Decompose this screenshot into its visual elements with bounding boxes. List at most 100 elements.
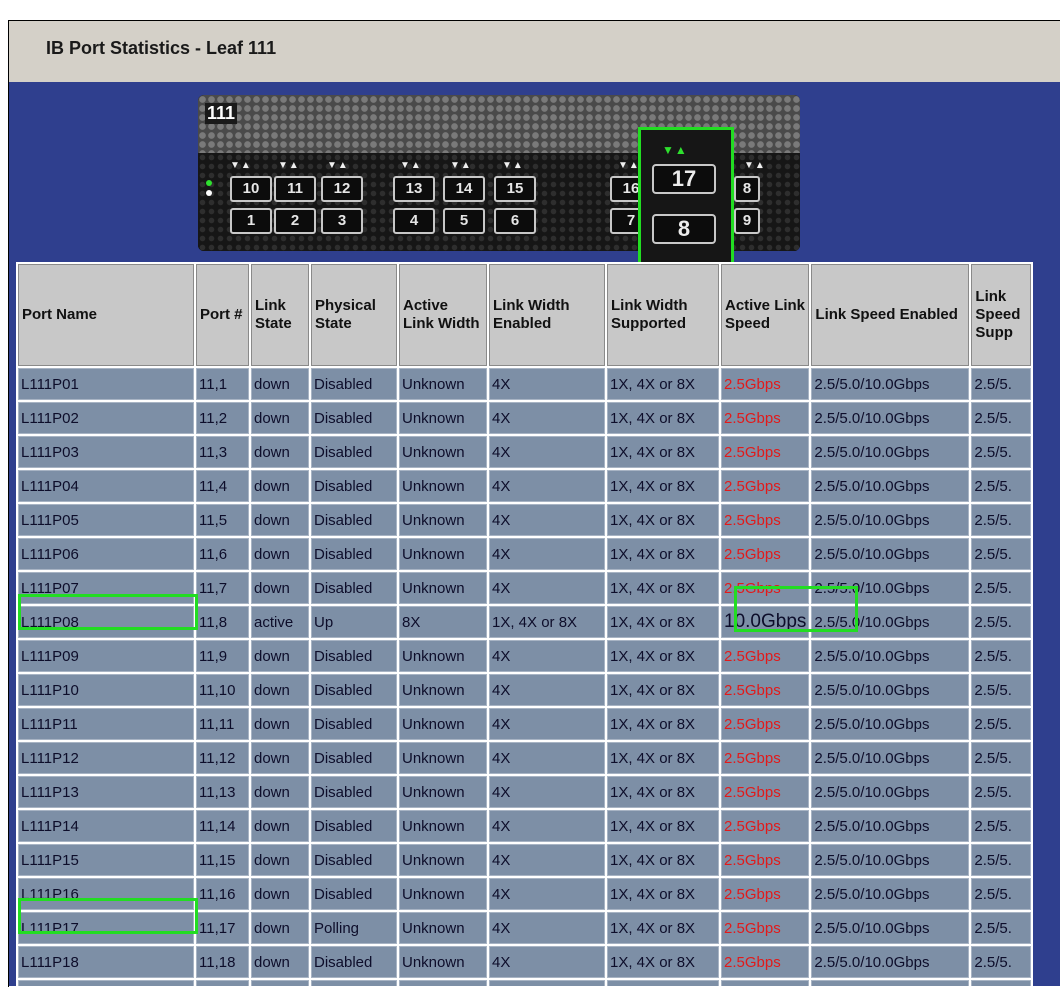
switch-port-4[interactable]: 4	[393, 208, 435, 234]
table-row[interactable]: L111P07 11,7 down Disabled Unknown 4X 1X, 4X o…	[18, 572, 1032, 604]
col-port-number[interactable]: Port #	[196, 264, 249, 366]
table-cell: Disabled	[311, 742, 397, 774]
table-cell: 1X, 4X or 8X	[607, 368, 719, 400]
table-row[interactable]: L111P04 11,4 down Disabled Unknown 4X 1X, 4X o…	[18, 470, 1032, 502]
col-active-link-speed[interactable]: Active Link Speed	[721, 264, 810, 366]
switch-port-13[interactable]: 13	[393, 176, 435, 202]
col-physical-state[interactable]: Physical State	[311, 264, 397, 366]
table-row[interactable]: L111P16 11,16 down Disabled Unknown 4X 1X, 4X …	[18, 878, 1032, 910]
table-cell: 2.5/5.0/10.0Gbps	[811, 368, 970, 400]
table-cell: 11,18	[196, 946, 249, 978]
switch-port-11[interactable]: 11	[274, 176, 316, 202]
table-cell: 4X	[489, 708, 605, 740]
table-row[interactable]: L111P15 11,15 down Disabled Unknown 4X 1X, 4X …	[18, 844, 1032, 876]
table-cell[interactable]: L111P15	[18, 844, 194, 876]
table-cell[interactable]: L111P17	[18, 912, 194, 944]
table-cell: 2.5/5.	[971, 572, 1032, 604]
table-cell: down	[251, 946, 309, 978]
table-row[interactable]: L111P19S205BP2011,19activeUp8X1X, 4X or …	[18, 980, 1032, 986]
switch-port-15[interactable]: 15	[494, 176, 536, 202]
table-cell: 11,15	[196, 844, 249, 876]
table-cell[interactable]: L111P07	[18, 572, 194, 604]
table-cell: down	[251, 708, 309, 740]
table-cell[interactable]: L111P12	[18, 742, 194, 774]
table-cell: down	[251, 470, 309, 502]
table-row[interactable]: L111P08 11,8 active Up 8X 1X, 4X or 8X 1X, 4X …	[18, 606, 1032, 638]
table-cell: Up	[311, 980, 397, 986]
switch-port-label: 7	[626, 212, 636, 229]
table-cell: Disabled	[311, 674, 397, 706]
switch-port-9[interactable]: 9	[734, 208, 760, 234]
col-link-speed-enabled[interactable]: Link Speed Enabled	[811, 264, 970, 366]
table-cell[interactable]: L111P19S205BP20	[18, 980, 194, 986]
port-indicator: ▼▲	[278, 160, 300, 171]
switch-port-10[interactable]: 10	[230, 176, 272, 202]
table-cell: 2.5Gbps	[721, 810, 810, 842]
table-cell: 1X, 4X or 8X	[607, 572, 719, 604]
table-cell[interactable]: L111P10	[18, 674, 194, 706]
table-row[interactable]: L111P03 11,3 down Disabled Unknown 4X 1X, 4X o…	[18, 436, 1032, 468]
table-cell: 4X	[489, 878, 605, 910]
table-row[interactable]: L111P01 11,1 down Disabled Unknown 4X 1X, 4X o…	[18, 368, 1032, 400]
table-cell[interactable]: L111P18	[18, 946, 194, 978]
col-active-link-width[interactable]: Active Link Width	[399, 264, 487, 366]
table-cell[interactable]: L111P05	[18, 504, 194, 536]
table-cell: 1X, 4X or 8X	[607, 538, 719, 570]
table-cell[interactable]: L111P11	[18, 708, 194, 740]
table-cell[interactable]: L111P13	[18, 776, 194, 808]
table-cell: Disabled	[311, 640, 397, 672]
table-row[interactable]: L111P17 11,17 down Polling Unknown 4X 1X, 4X o…	[18, 912, 1032, 944]
table-row[interactable]: L111P18 11,18 down Disabled Unknown 4X 1X, 4X …	[18, 946, 1032, 978]
table-cell: 11,1	[196, 368, 249, 400]
switch-port-14[interactable]: 14	[443, 176, 485, 202]
table-row[interactable]: L111P12 11,12 down Disabled Unknown 4X 1X, 4X …	[18, 742, 1032, 774]
switch-port-17[interactable]: 17	[652, 164, 716, 194]
table-cell: Unknown	[399, 572, 487, 604]
table-cell: 11,9	[196, 640, 249, 672]
table-cell: 4X	[489, 640, 605, 672]
col-port-name[interactable]: Port Name	[18, 264, 194, 366]
col-link-state[interactable]: Link State	[251, 264, 309, 366]
table-row[interactable]: L111P11 11,11 down Disabled Unknown 4X 1X, 4X …	[18, 708, 1032, 740]
col-link-speed-supported[interactable]: Link Speed Supp	[971, 264, 1032, 366]
table-cell[interactable]: L111P08	[18, 606, 194, 638]
table-cell[interactable]: L111P06	[18, 538, 194, 570]
table-cell[interactable]: L111P04	[18, 470, 194, 502]
table-cell: Disabled	[311, 572, 397, 604]
table-row[interactable]: L111P02 11,2 down Disabled Unknown 4X 1X, 4X o…	[18, 402, 1032, 434]
table-cell[interactable]: L111P09	[18, 640, 194, 672]
table-cell[interactable]: L111P01	[18, 368, 194, 400]
switch-port-1[interactable]: 1	[230, 208, 272, 234]
table-row[interactable]: L111P13 11,13 down Disabled Unknown 4X 1X, 4X …	[18, 776, 1032, 808]
col-link-width-enabled[interactable]: Link Width Enabled	[489, 264, 605, 366]
status-leds	[206, 180, 214, 204]
switch-port-8[interactable]: 8	[734, 176, 760, 202]
table-row[interactable]: L111P14 11,14 down Disabled Unknown 4X 1X, 4X …	[18, 810, 1032, 842]
switch-port-2[interactable]: 2	[274, 208, 316, 234]
table-row[interactable]: L111P06 11,6 down Disabled Unknown 4X 1X, 4X o…	[18, 538, 1032, 570]
table-cell: Unknown	[399, 538, 487, 570]
table-cell: 2.5/5.0/10.0Gbps	[811, 538, 970, 570]
table-cell: 4X	[489, 946, 605, 978]
table-cell: 2.5/5.0/10.0Gbps	[811, 504, 970, 536]
table-cell[interactable]: L111P02	[18, 402, 194, 434]
table-row[interactable]: L111P09 11,9 down Disabled Unknown 4X 1X, 4X o…	[18, 640, 1032, 672]
table-cell[interactable]: L111P03	[18, 436, 194, 468]
switch-port-6[interactable]: 6	[494, 208, 536, 234]
col-link-width-supported[interactable]: Link Width Supported	[607, 264, 719, 366]
switch-port-5[interactable]: 5	[443, 208, 485, 234]
table-cell[interactable]: L111P16	[18, 878, 194, 910]
switch-port-12[interactable]: 12	[321, 176, 363, 202]
table-cell: 11,16	[196, 878, 249, 910]
switch-port-3[interactable]: 3	[321, 208, 363, 234]
table-cell: down	[251, 640, 309, 672]
table-cell: Unknown	[399, 368, 487, 400]
table-cell[interactable]: L111P14	[18, 810, 194, 842]
table-cell: 2.5/5.0/10.0Gbps	[811, 606, 970, 638]
table-row[interactable]: L111P10 11,10 down Disabled Unknown 4X 1X, 4X …	[18, 674, 1032, 706]
switch-port-8[interactable]: 8	[652, 214, 716, 244]
table-cell: Unknown	[399, 402, 487, 434]
table-cell: Polling	[311, 912, 397, 944]
port-statistics-table: Port Name Port # Link State Physical Sta…	[16, 262, 1034, 986]
table-row[interactable]: L111P05 11,5 down Disabled Unknown 4X 1X, 4X o…	[18, 504, 1032, 536]
